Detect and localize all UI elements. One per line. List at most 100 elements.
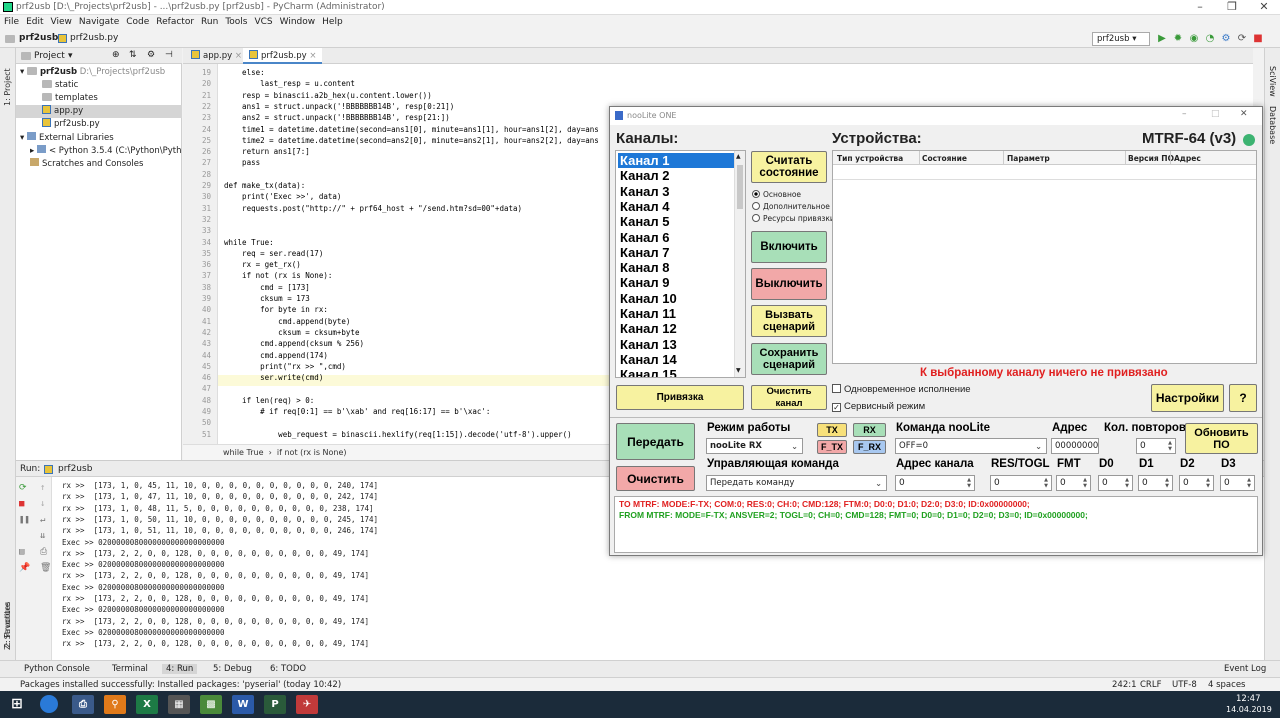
menu-refactor[interactable]: Refactor xyxy=(152,15,197,27)
update-firmware-button[interactable]: Обновить ПО xyxy=(1185,423,1258,454)
channel-item[interactable]: Канал 10 xyxy=(618,291,734,306)
browser-icon[interactable] xyxy=(40,695,58,713)
channel-item[interactable]: Канал 1 xyxy=(618,153,734,169)
channel-scrollbar[interactable]: ▲ ▼ xyxy=(734,151,745,377)
channel-item[interactable]: Канал 12 xyxy=(618,321,734,336)
rerun-icon[interactable]: ⟳ xyxy=(19,483,27,493)
minimize-icon[interactable]: – xyxy=(1182,109,1187,119)
header-address[interactable]: Адрес xyxy=(1174,154,1201,163)
call-scene-button[interactable]: Вызвать сценарий xyxy=(751,305,827,337)
command-select[interactable]: OFF=0 ⌄ xyxy=(895,438,1047,454)
menu-run[interactable]: Run xyxy=(197,15,221,27)
menu-vcs[interactable]: VCS xyxy=(250,15,275,27)
menu-tools[interactable]: Tools xyxy=(221,15,250,27)
spinner-arrows-icon[interactable]: ▲ ▼ xyxy=(1042,477,1050,489)
radio-additional[interactable]: Дополнительное xyxy=(752,201,830,212)
run-config-tab[interactable]: prf2usb xyxy=(58,464,92,474)
settings-button[interactable]: Настройки xyxy=(1151,384,1224,412)
turn-off-button[interactable]: Выключить xyxy=(751,268,827,300)
send-button[interactable]: Передать xyxy=(616,423,695,460)
status-position[interactable]: 242:1 xyxy=(1112,680,1137,690)
wrap-icon[interactable]: ↵ xyxy=(40,515,45,525)
help-button[interactable]: ? xyxy=(1229,384,1257,412)
tab-prf2usb-py[interactable]: prf2usb.py × xyxy=(243,48,323,64)
spinner-arrows-icon[interactable]: ▲ ▼ xyxy=(1245,477,1253,489)
sciview-tool-tab[interactable]: SciView xyxy=(1268,66,1277,97)
menu-code[interactable]: Code xyxy=(122,15,152,27)
bind-button[interactable]: Привязка xyxy=(616,385,744,410)
print-icon[interactable]: ⎙ xyxy=(40,547,47,557)
calculator-icon[interactable]: ▦ xyxy=(168,695,190,714)
minimize-icon[interactable]: – xyxy=(1186,0,1214,15)
log-output[interactable]: TO MTRF: MODE:F-TX; COM:0; RES:0; CH:0; … xyxy=(614,496,1258,553)
tree-item-root[interactable]: ▾ prf2usb D:\_Projects\prf2usb xyxy=(16,66,182,79)
nav-project[interactable]: prf2usb xyxy=(19,33,58,43)
menu-help[interactable]: Help xyxy=(318,15,346,27)
d0-spinner[interactable]: 0 ▲ ▼ xyxy=(1098,475,1133,491)
hide-icon[interactable]: ⊣ xyxy=(165,50,173,60)
menu-view[interactable]: View xyxy=(47,15,75,27)
tab-debug[interactable]: 5: Debug xyxy=(213,664,252,674)
spinner-arrows-icon[interactable]: ▲ ▼ xyxy=(1081,477,1089,489)
tree-item-templates[interactable]: templates xyxy=(16,92,182,105)
tree-item-app-py[interactable]: app.py xyxy=(16,105,182,118)
maximize-icon[interactable]: □ xyxy=(1211,109,1220,119)
structure-tool-tab[interactable]: Z: Structure xyxy=(3,600,12,650)
run-config-select[interactable]: prf2usb ▾ xyxy=(1092,32,1150,46)
header-state[interactable]: Состояние xyxy=(922,154,967,163)
close-icon[interactable]: ✕ xyxy=(1240,109,1248,119)
nav-file[interactable]: prf2usb.py xyxy=(70,33,118,43)
rx-button[interactable]: RX xyxy=(853,423,886,437)
status-encoding[interactable]: UTF-8 xyxy=(1172,680,1197,690)
close-icon[interactable]: × xyxy=(309,51,316,61)
table-row[interactable] xyxy=(833,165,1256,180)
channel-list[interactable]: ▲ ▼ Канал 1 Канал 2 Канал 3 Канал 4 Канал 5К… xyxy=(615,150,746,378)
spinner-arrows-icon[interactable]: ▲ ▼ xyxy=(965,477,973,489)
up-arrow-icon[interactable]: ↑ xyxy=(40,483,45,493)
printer-icon[interactable]: ⎙ xyxy=(72,695,94,714)
profile-icon[interactable]: ◔ xyxy=(1204,33,1216,45)
header-parameter[interactable]: Параметр xyxy=(1007,154,1050,163)
header-device-type[interactable]: Тип устройства xyxy=(837,154,903,163)
save-scene-button[interactable]: Сохранить сценарий xyxy=(751,343,827,375)
read-state-button[interactable]: Считать состояние xyxy=(751,151,827,183)
status-line-separator[interactable]: CRLF xyxy=(1140,680,1161,690)
channel-item[interactable]: Канал 14 xyxy=(618,352,734,367)
pin-icon[interactable]: 📌 xyxy=(19,563,30,573)
close-icon[interactable]: × xyxy=(235,51,242,61)
d1-spinner[interactable]: 0 ▲ ▼ xyxy=(1138,475,1173,491)
service-mode-checkbox[interactable]: ✓ Сервисный режим xyxy=(832,401,925,412)
coverage-icon[interactable]: ◉ xyxy=(1188,33,1200,45)
spinner-arrows-icon[interactable]: ▲ ▼ xyxy=(1163,477,1171,489)
fmt-spinner[interactable]: 0 ▲ ▼ xyxy=(1056,475,1091,491)
d2-spinner[interactable]: 0 ▲ ▼ xyxy=(1179,475,1214,491)
scroll-down-icon[interactable]: ▼ xyxy=(736,367,741,374)
res-togl-spinner[interactable]: 0 ▲ ▼ xyxy=(990,475,1052,491)
search-app-icon[interactable]: ⚲ xyxy=(104,695,126,714)
project-panel-title[interactable]: Project xyxy=(34,51,65,61)
radio-binding-resources[interactable]: Ресурсы привязки xyxy=(752,213,835,224)
menu-edit[interactable]: Edit xyxy=(22,15,46,27)
channel-item[interactable]: Канал 9 xyxy=(618,275,734,290)
excel-icon[interactable]: X xyxy=(136,695,158,714)
device-table[interactable]: Тип устройства Состояние Параметр Версия… xyxy=(832,150,1257,364)
channel-address-spinner[interactable]: 0 ▲ ▼ xyxy=(895,475,975,491)
spinner-arrows-icon[interactable]: ▲ ▼ xyxy=(1166,440,1174,452)
address-input[interactable]: 00000000 xyxy=(1051,438,1099,454)
locate-icon[interactable]: ⊕ xyxy=(112,50,120,60)
project-tool-tab[interactable]: 1: Project xyxy=(3,56,12,106)
turn-on-button[interactable]: Включить xyxy=(751,231,827,263)
pause-icon[interactable]: ❚❚ xyxy=(19,515,30,525)
stop-icon[interactable]: ■ xyxy=(19,499,24,509)
tree-item-external-libraries[interactable]: ▾ External Libraries xyxy=(16,132,182,145)
status-indent[interactable]: 4 spaces xyxy=(1208,680,1245,690)
menu-window[interactable]: Window xyxy=(276,15,319,27)
control-command-select[interactable]: Передать команду ⌄ xyxy=(706,475,887,491)
channel-item[interactable]: Канал 11 xyxy=(618,306,734,321)
stop-icon[interactable]: ■ xyxy=(1252,33,1264,45)
menu-file[interactable]: File xyxy=(0,15,22,27)
tree-item-python-sdk[interactable]: ▸ < Python 3.5.4 (C:\Python\Python35 xyxy=(16,145,182,158)
repeats-spinner[interactable]: 0 ▲ ▼ xyxy=(1136,438,1176,454)
breadcrumb-item[interactable]: if not (rx is None) xyxy=(277,448,347,457)
word-icon[interactable]: W xyxy=(232,695,254,714)
